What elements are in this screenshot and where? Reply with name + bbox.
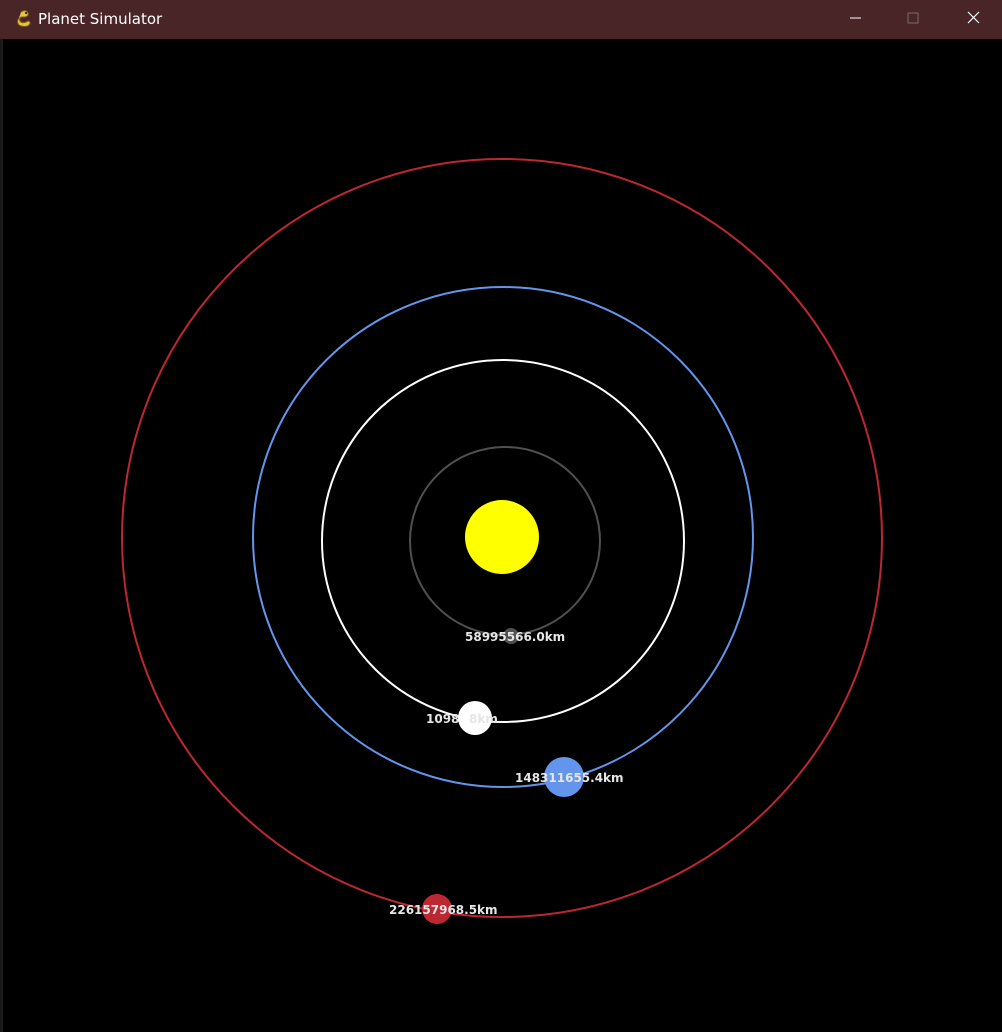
venus-distance-label: 1098 8km <box>426 712 498 726</box>
planet-simulator-window: Planet Simulator 58995566.0km 1098 8km 1… <box>0 0 1002 1032</box>
close-button[interactable] <box>950 0 996 39</box>
close-icon <box>967 11 980 29</box>
maximize-icon <box>907 11 919 29</box>
window-left-border <box>0 39 3 1032</box>
window-title: Planet Simulator <box>38 10 163 28</box>
minimize-icon <box>850 11 862 29</box>
sun <box>465 500 539 574</box>
minimize-button[interactable] <box>833 0 879 39</box>
maximize-button[interactable] <box>890 0 936 39</box>
mercury-distance-label: 58995566.0km <box>465 630 565 644</box>
solar-system-scene: 58995566.0km 1098 8km 148311655.4km 2261… <box>121 158 883 924</box>
pygame-snake-icon <box>14 9 34 29</box>
simulation-canvas: 58995566.0km 1098 8km 148311655.4km 2261… <box>0 39 1002 1032</box>
earth-distance-label: 148311655.4km <box>515 771 624 785</box>
mars-distance-label: 226157968.5km <box>389 903 498 917</box>
title-bar[interactable]: Planet Simulator <box>0 0 1002 39</box>
